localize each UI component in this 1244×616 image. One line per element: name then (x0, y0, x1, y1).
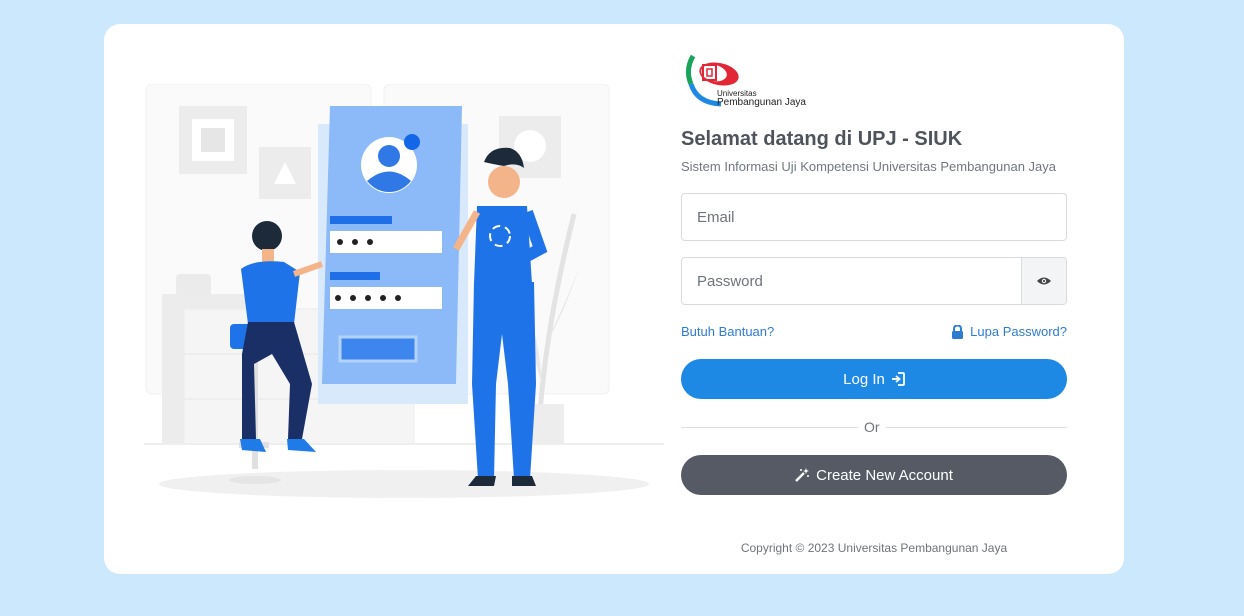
copyright-text: Copyright © 2023 Universitas Pembangunan… (740, 541, 1008, 555)
logo-text: Universitas Pembangunan Jaya (717, 89, 806, 108)
login-button[interactable]: Log In (681, 359, 1067, 399)
login-label: Log In (843, 370, 885, 388)
page-title: Selamat datang di UPJ - SIUK (681, 128, 963, 150)
forgot-password-label: Lupa Password? (970, 324, 1067, 339)
email-input[interactable] (682, 194, 1012, 240)
magic-wand-icon (795, 468, 810, 482)
page-subtitle: Sistem Informasi Uji Kompetensi Universi… (681, 159, 1057, 174)
lock-icon (952, 324, 964, 339)
divider-line-left (681, 427, 858, 428)
or-label: Or (864, 419, 880, 435)
help-link[interactable]: Butuh Bantuan? (681, 324, 774, 339)
or-divider: Or (681, 418, 1067, 438)
password-input[interactable] (682, 258, 1012, 304)
login-panel: Universitas Pembangunan Jaya Selamat dat… (681, 24, 1067, 574)
sign-in-icon (891, 372, 905, 386)
create-account-label: Create New Account (816, 466, 953, 484)
helper-links: Butuh Bantuan? Lupa Password? (681, 324, 1067, 342)
login-illustration (144, 84, 664, 498)
eye-icon (1037, 277, 1051, 285)
create-account-button[interactable]: Create New Account (681, 455, 1067, 495)
email-field (681, 193, 1067, 241)
divider-line-right (886, 427, 1067, 428)
password-field (681, 257, 1067, 305)
login-card: Universitas Pembangunan Jaya Selamat dat… (104, 24, 1124, 574)
toggle-password-button[interactable] (1021, 258, 1066, 304)
forgot-password-link[interactable]: Lupa Password? (951, 324, 1067, 339)
logo-line2: Pembangunan Jaya (717, 97, 806, 108)
